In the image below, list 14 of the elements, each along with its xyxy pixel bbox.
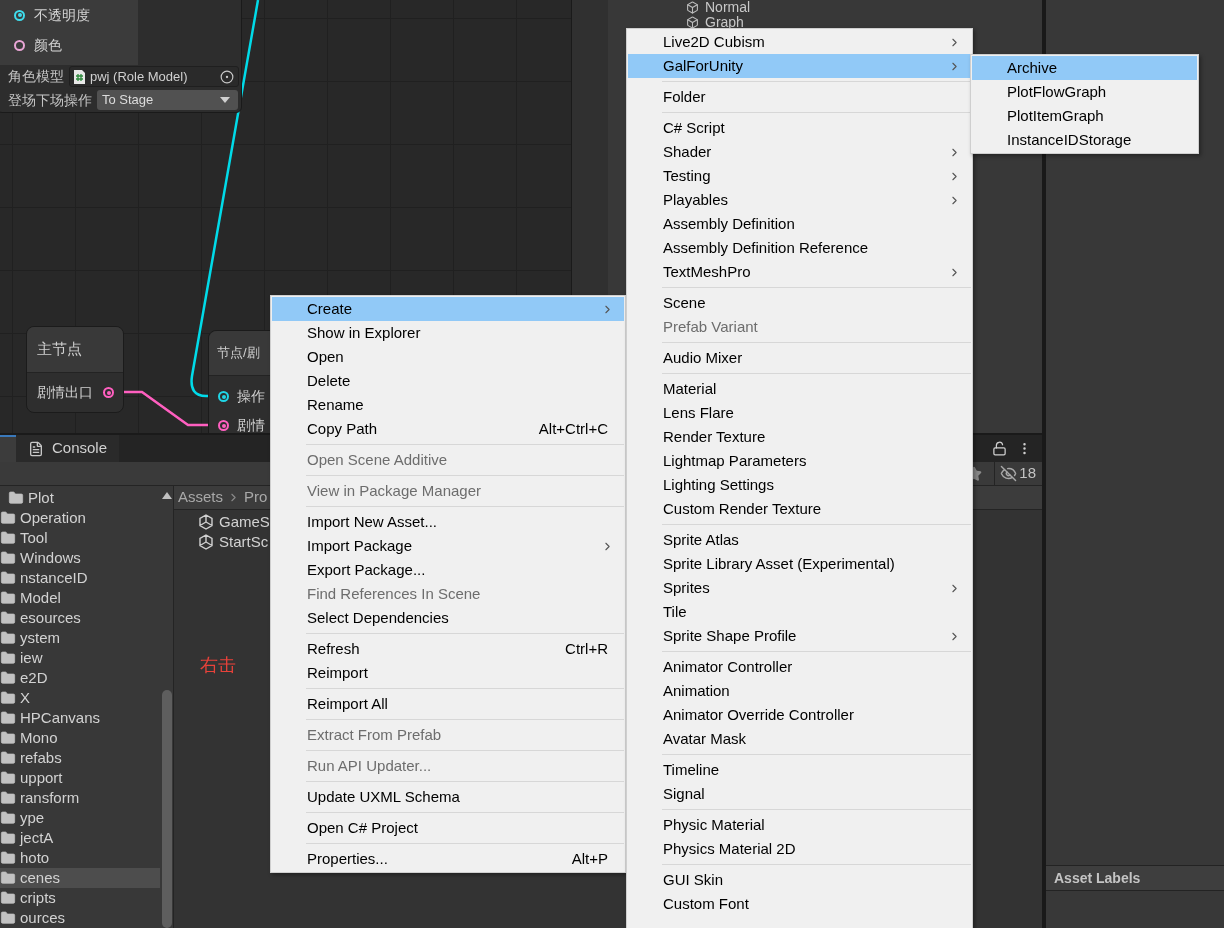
node-title: 主节点 xyxy=(37,339,82,360)
port-label: 不透明度 xyxy=(34,5,90,25)
shortcut-label: Ctrl+R xyxy=(565,638,608,659)
port-label: 剧情 xyxy=(237,416,265,433)
port-label: 剧情出口 xyxy=(37,383,93,402)
node-title: 节点/剧 xyxy=(217,344,260,363)
annotation-text: 右击 xyxy=(200,654,236,677)
field-label: 登场下场操作 xyxy=(8,90,92,110)
shortcut-label: Alt+P xyxy=(571,848,608,869)
field-label: 角色模型 xyxy=(8,67,64,87)
port-label: 颜色 xyxy=(34,35,62,55)
port-label: 操作 xyxy=(237,387,265,406)
shortcut-label: Alt+Ctrl+C xyxy=(538,418,608,439)
section-title: Asset Labels xyxy=(1054,868,1141,888)
